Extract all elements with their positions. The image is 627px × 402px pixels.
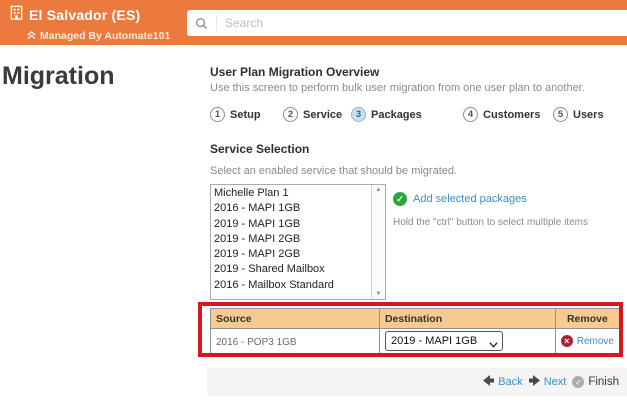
search-input[interactable] xyxy=(217,10,627,36)
destination-column-header: Destination xyxy=(378,308,556,329)
service-option[interactable]: 2016 - MAPI 1GB xyxy=(214,201,371,216)
next-arrow-icon xyxy=(528,373,540,391)
table-header-row: Source Destination Remove xyxy=(210,308,621,329)
service-option[interactable]: 2019 - MAPI 1GB xyxy=(214,217,371,232)
search-icon xyxy=(187,15,217,31)
source-column-header: Source xyxy=(210,308,380,329)
step-customers[interactable]: 4 Customers xyxy=(463,107,540,122)
step-label: Customers xyxy=(483,108,541,121)
building-icon xyxy=(9,5,24,25)
service-option[interactable]: Michelle Plan 1 xyxy=(214,186,371,201)
source-plan-label: 2016 - POP3 1GB xyxy=(216,337,297,348)
step-label: Users xyxy=(573,108,604,121)
add-selected-packages[interactable]: ✓ Add selected packages xyxy=(393,192,527,206)
service-option[interactable]: 2019 - MAPI 2GB xyxy=(214,247,371,262)
step-packages-active[interactable]: 3 Packages xyxy=(351,107,422,122)
step-number-badge: 1 xyxy=(210,107,225,122)
managed-by-label: Managed By Automate101 xyxy=(40,30,171,42)
destination-cell: 2019 - MAPI 1GB xyxy=(378,328,556,354)
scroll-up-icon[interactable]: ▲ xyxy=(376,187,382,193)
app-header: El Salvador (ES) Managed By Automate101 xyxy=(0,0,627,45)
service-selection-title: Service Selection xyxy=(210,142,310,156)
overview-description: Use this screen to perform bulk user mig… xyxy=(210,82,585,94)
step-number-badge: 5 xyxy=(553,107,568,122)
search-bar xyxy=(187,10,627,36)
service-list: Michelle Plan 1 2016 - MAPI 1GB 2019 - M… xyxy=(211,185,371,299)
next-link[interactable]: Next xyxy=(544,376,567,388)
collapse-chevrons-icon xyxy=(27,27,36,45)
finish-label: Finish xyxy=(588,376,619,388)
destination-select[interactable]: 2019 - MAPI 1GB xyxy=(384,331,503,351)
remove-link[interactable]: Remove xyxy=(577,336,614,347)
source-cell: 2016 - POP3 1GB xyxy=(210,328,380,354)
add-selected-packages-link[interactable]: Add selected packages xyxy=(413,193,527,205)
step-users[interactable]: 5 Users xyxy=(553,107,604,122)
finish-check-icon: ✓ xyxy=(572,376,585,388)
service-listbox[interactable]: Michelle Plan 1 2016 - MAPI 1GB 2019 - M… xyxy=(210,184,386,300)
footer-nav-bar: Back Next ✓ Finish xyxy=(207,368,627,396)
scroll-down-icon[interactable]: ▼ xyxy=(376,291,382,297)
ctrl-hint-text: Hold the "ctrl" button to select multipl… xyxy=(393,217,588,228)
service-option[interactable]: 2019 - MAPI 2GB xyxy=(214,232,371,247)
step-number-badge: 4 xyxy=(463,107,478,122)
wizard-steps: 1 Setup 2 Service 3 Packages 4 Customers… xyxy=(210,107,622,125)
remove-x-icon[interactable]: × xyxy=(560,335,573,347)
remove-column-header: Remove xyxy=(554,308,621,329)
table-row: 2016 - POP3 1GB 2019 - MAPI 1GB × Remove xyxy=(210,328,621,354)
brand-title: El Salvador (ES) xyxy=(29,7,141,23)
step-number-badge: 2 xyxy=(283,107,298,122)
back-arrow-icon xyxy=(483,373,495,391)
next-nav[interactable]: Next xyxy=(528,373,567,391)
finish-nav[interactable]: ✓ Finish xyxy=(572,376,619,388)
back-nav[interactable]: Back xyxy=(483,373,523,391)
remove-cell: × Remove xyxy=(554,328,621,354)
overview-title: User Plan Migration Overview xyxy=(210,65,380,79)
service-selection-instruction: Select an enabled service that should be… xyxy=(210,165,458,177)
listbox-scrollbar[interactable]: ▲ ▼ xyxy=(371,185,385,299)
step-label: Setup xyxy=(230,108,261,121)
check-circle-icon: ✓ xyxy=(393,192,407,206)
step-service[interactable]: 2 Service xyxy=(283,107,342,122)
service-option[interactable]: 2019 - Shared Mailbox xyxy=(214,262,371,277)
step-number-badge: 3 xyxy=(351,107,366,122)
page-title: Migration xyxy=(2,62,115,90)
back-link[interactable]: Back xyxy=(498,376,522,388)
service-option[interactable]: 2016 - Mailbox Standard xyxy=(214,278,371,293)
step-label: Service xyxy=(303,108,343,121)
migration-page: El Salvador (ES) Managed By Automate101 xyxy=(0,0,627,402)
mapping-table: Source Destination Remove 2016 - POP3 1G… xyxy=(210,308,621,354)
brand-block[interactable]: El Salvador (ES) Managed By Automate101 xyxy=(9,5,170,45)
step-setup[interactable]: 1 Setup xyxy=(210,107,261,122)
step-label: Packages xyxy=(371,108,422,121)
